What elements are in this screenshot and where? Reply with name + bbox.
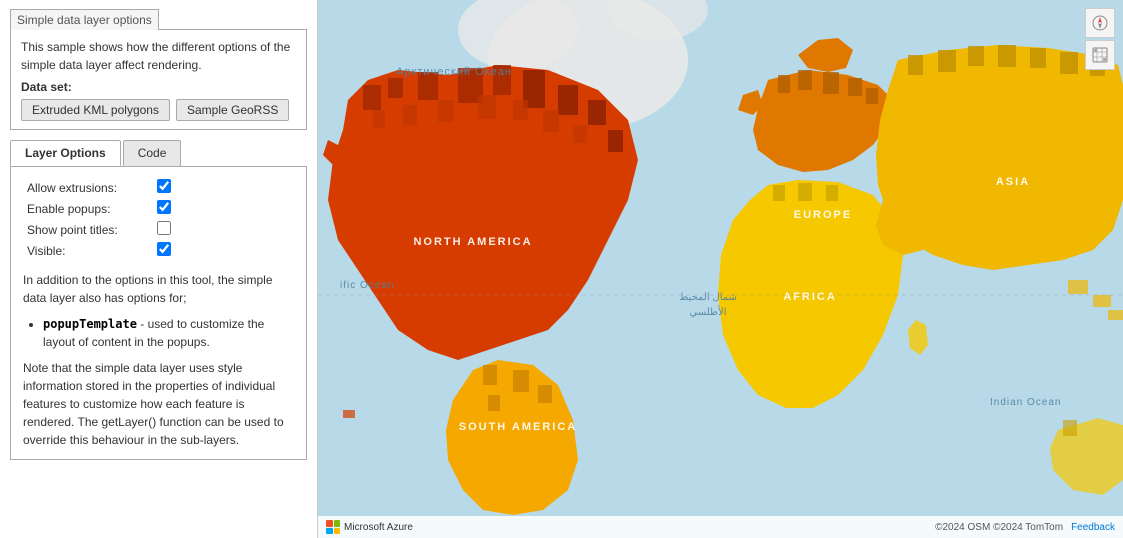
- compass-south-icon: [1098, 23, 1102, 29]
- svg-text:Арктический Океан: Арктический Океан: [396, 66, 512, 78]
- option-label-allow-extrusions: Allow extrusions:: [23, 177, 153, 198]
- compass-icon: [1092, 15, 1108, 31]
- map-footer: Microsoft Azure ©2024 OSM ©2024 TomTom F…: [318, 516, 1123, 538]
- svg-text:الأطلسي: الأطلسي: [689, 306, 726, 318]
- map-type-icon: [1092, 47, 1108, 63]
- checkbox-allow-extrusions[interactable]: [157, 179, 171, 193]
- tab-content-layer-options: Allow extrusions: Enable popups: Show po…: [10, 166, 307, 460]
- bullet-list: popupTemplate - used to customize the la…: [23, 315, 294, 351]
- azure-squares-icon: [326, 520, 340, 534]
- compass-north-icon: [1098, 17, 1102, 23]
- section-description-box: This sample shows how the different opti…: [10, 29, 307, 130]
- map-svg: Арктический Океан ific Ocean شمال المحيط…: [318, 0, 1123, 538]
- dataset-label: Data set:: [21, 80, 296, 94]
- svg-text:AFRICA: AFRICA: [783, 291, 837, 303]
- code-popup-template: popupTemplate: [43, 317, 137, 331]
- map-controls: [1085, 8, 1115, 70]
- description-text: This sample shows how the different opti…: [21, 38, 296, 74]
- bullet-item-popup-template: popupTemplate - used to customize the la…: [43, 315, 294, 351]
- dataset-buttons: Extruded KML polygons Sample GeoRSS: [21, 99, 296, 121]
- compass-button[interactable]: [1085, 8, 1115, 38]
- section-title-bar: Simple data layer options: [10, 8, 307, 29]
- note-text: Note that the simple data layer uses sty…: [23, 359, 294, 449]
- option-label-visible: Visible:: [23, 240, 153, 261]
- azure-sq4: [334, 528, 341, 535]
- option-show-point-titles: Show point titles:: [23, 219, 294, 240]
- svg-text:Indian Ocean: Indian Ocean: [990, 397, 1062, 408]
- info-text: In addition to the options in this tool,…: [23, 271, 294, 307]
- svg-text:ific Ocean: ific Ocean: [340, 280, 394, 291]
- option-allow-extrusions: Allow extrusions:: [23, 177, 294, 198]
- tab-layer-options[interactable]: Layer Options: [10, 140, 121, 166]
- feedback-link[interactable]: Feedback: [1071, 522, 1115, 533]
- checkbox-enable-popups[interactable]: [157, 200, 171, 214]
- options-table: Allow extrusions: Enable popups: Show po…: [23, 177, 294, 261]
- sample-georss-button[interactable]: Sample GeoRSS: [176, 99, 289, 121]
- map-type-button[interactable]: [1085, 40, 1115, 70]
- tabs-container: Layer Options Code: [10, 140, 307, 166]
- svg-text:SOUTH AMERICA: SOUTH AMERICA: [459, 421, 577, 433]
- map-panel[interactable]: Арктический Океан ific Ocean شمال المحيط…: [318, 0, 1123, 538]
- option-label-enable-popups: Enable popups:: [23, 198, 153, 219]
- azure-sq3: [326, 528, 333, 535]
- svg-text:EUROPE: EUROPE: [794, 209, 852, 221]
- azure-logo: Microsoft Azure: [326, 520, 413, 534]
- azure-sq1: [326, 520, 333, 527]
- svg-text:NORTH AMERICA: NORTH AMERICA: [413, 236, 532, 248]
- checkbox-show-point-titles[interactable]: [157, 221, 171, 235]
- option-visible: Visible:: [23, 240, 294, 261]
- tab-code[interactable]: Code: [123, 140, 182, 166]
- azure-sq2: [334, 520, 341, 527]
- option-enable-popups: Enable popups:: [23, 198, 294, 219]
- left-panel: Simple data layer options This sample sh…: [0, 0, 318, 538]
- copyright-text: ©2024 OSM ©2024 TomTom: [935, 522, 1063, 533]
- azure-logo-text: Microsoft Azure: [344, 522, 413, 533]
- svg-text:ASIA: ASIA: [996, 176, 1030, 188]
- svg-text:شمال المحيط: شمال المحيط: [679, 292, 737, 303]
- checkbox-visible[interactable]: [157, 242, 171, 256]
- option-label-show-point-titles: Show point titles:: [23, 219, 153, 240]
- extruded-kml-button[interactable]: Extruded KML polygons: [21, 99, 170, 121]
- section-title: Simple data layer options: [10, 9, 159, 30]
